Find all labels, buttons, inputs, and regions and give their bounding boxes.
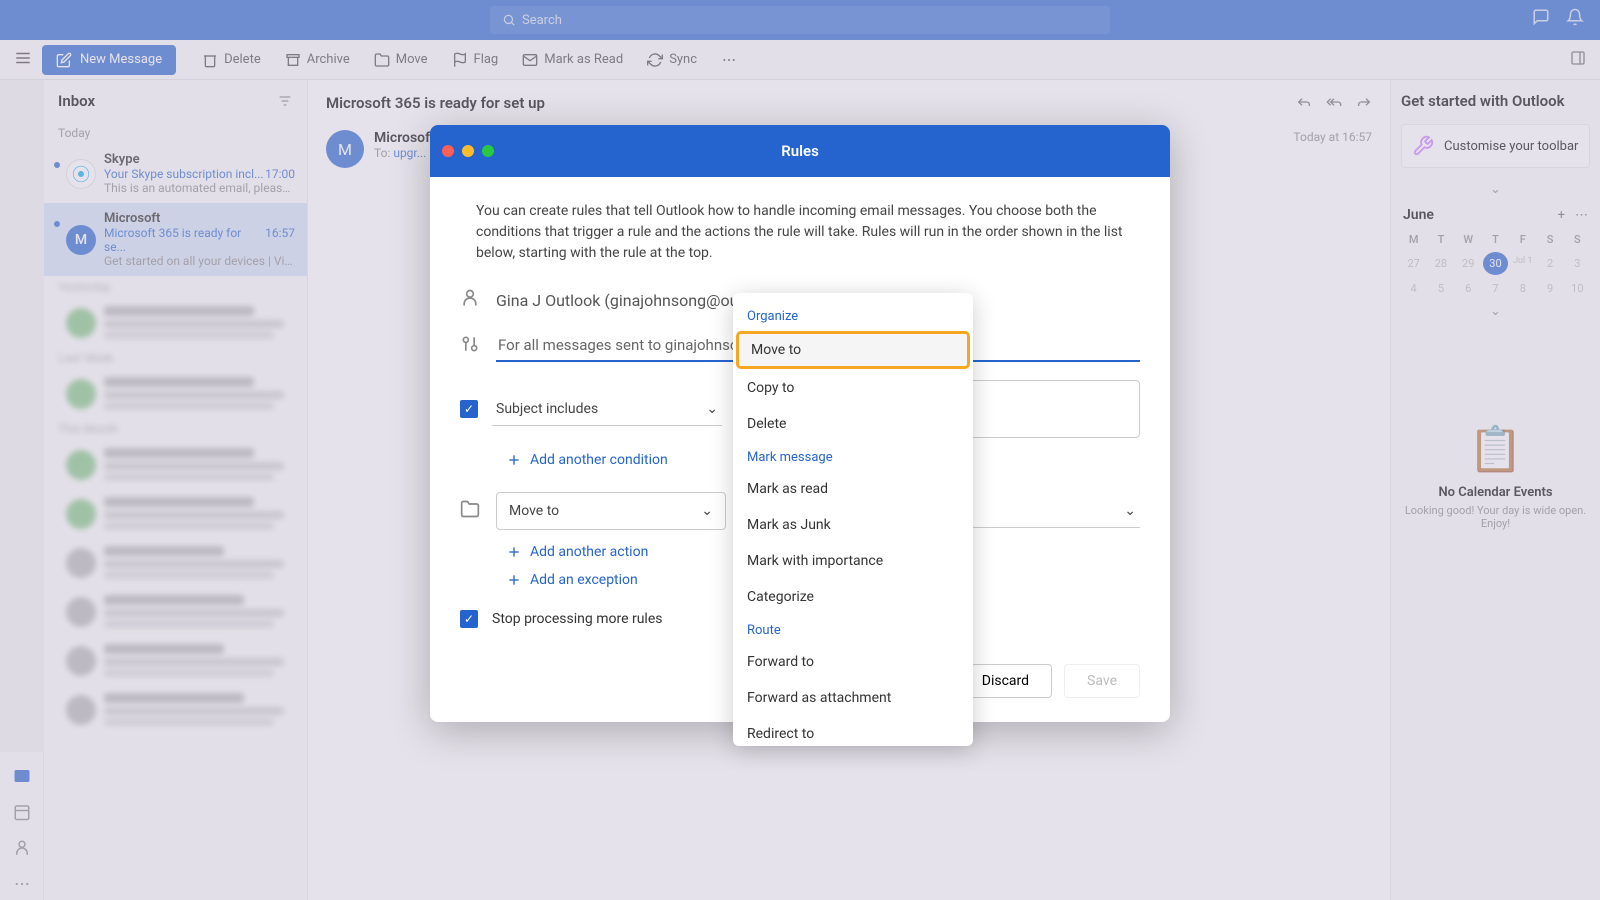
save-button[interactable]: Save xyxy=(1064,664,1140,698)
dd-item-delete[interactable]: Delete xyxy=(733,406,973,442)
folder-icon xyxy=(460,499,482,523)
condition-checkbox[interactable]: ✓ xyxy=(460,400,478,418)
stop-processing-label: Stop processing more rules xyxy=(492,611,663,627)
dd-item-forward-to[interactable]: Forward to xyxy=(733,644,973,680)
chevron-down-icon: ⌄ xyxy=(1124,503,1136,519)
modal-title: Rules xyxy=(781,142,819,160)
condition-select[interactable]: Subject includes ⌄ xyxy=(492,393,722,426)
dd-item-categorize[interactable]: Categorize xyxy=(733,579,973,615)
dd-section-route: Route xyxy=(733,615,973,644)
plus-icon xyxy=(506,572,522,588)
dd-item-mark-importance[interactable]: Mark with importance xyxy=(733,543,973,579)
dd-item-redirect-to[interactable]: Redirect to xyxy=(733,716,973,746)
plus-icon xyxy=(506,452,522,468)
window-controls xyxy=(442,145,494,157)
maximize-window-icon[interactable] xyxy=(482,145,494,157)
modal-intro: You can create rules that tell Outlook h… xyxy=(460,201,1140,264)
chevron-down-icon: ⌄ xyxy=(701,503,713,519)
dd-section-mark: Mark message xyxy=(733,442,973,471)
modal-title-bar: Rules xyxy=(430,125,1170,177)
person-icon xyxy=(460,288,482,312)
chevron-down-icon: ⌄ xyxy=(706,401,718,417)
dd-item-mark-junk[interactable]: Mark as Junk xyxy=(733,507,973,543)
dd-item-forward-attachment[interactable]: Forward as attachment xyxy=(733,680,973,716)
dd-section-organize: Organize xyxy=(733,301,973,330)
settings-icon xyxy=(460,334,482,358)
minimize-window-icon[interactable] xyxy=(462,145,474,157)
stop-processing-checkbox[interactable]: ✓ xyxy=(460,610,478,628)
plus-icon xyxy=(506,544,522,560)
account-name: Gina J Outlook (ginajohnsong@out... xyxy=(496,291,756,310)
dd-item-copy-to[interactable]: Copy to xyxy=(733,370,973,406)
dd-item-move-to[interactable]: Move to xyxy=(737,332,969,368)
close-window-icon[interactable] xyxy=(442,145,454,157)
action-select[interactable]: Move to ⌄ xyxy=(496,492,726,530)
dd-item-mark-read[interactable]: Mark as read xyxy=(733,471,973,507)
action-dropdown: Organize Move to Copy to Delete Mark mes… xyxy=(733,293,973,746)
